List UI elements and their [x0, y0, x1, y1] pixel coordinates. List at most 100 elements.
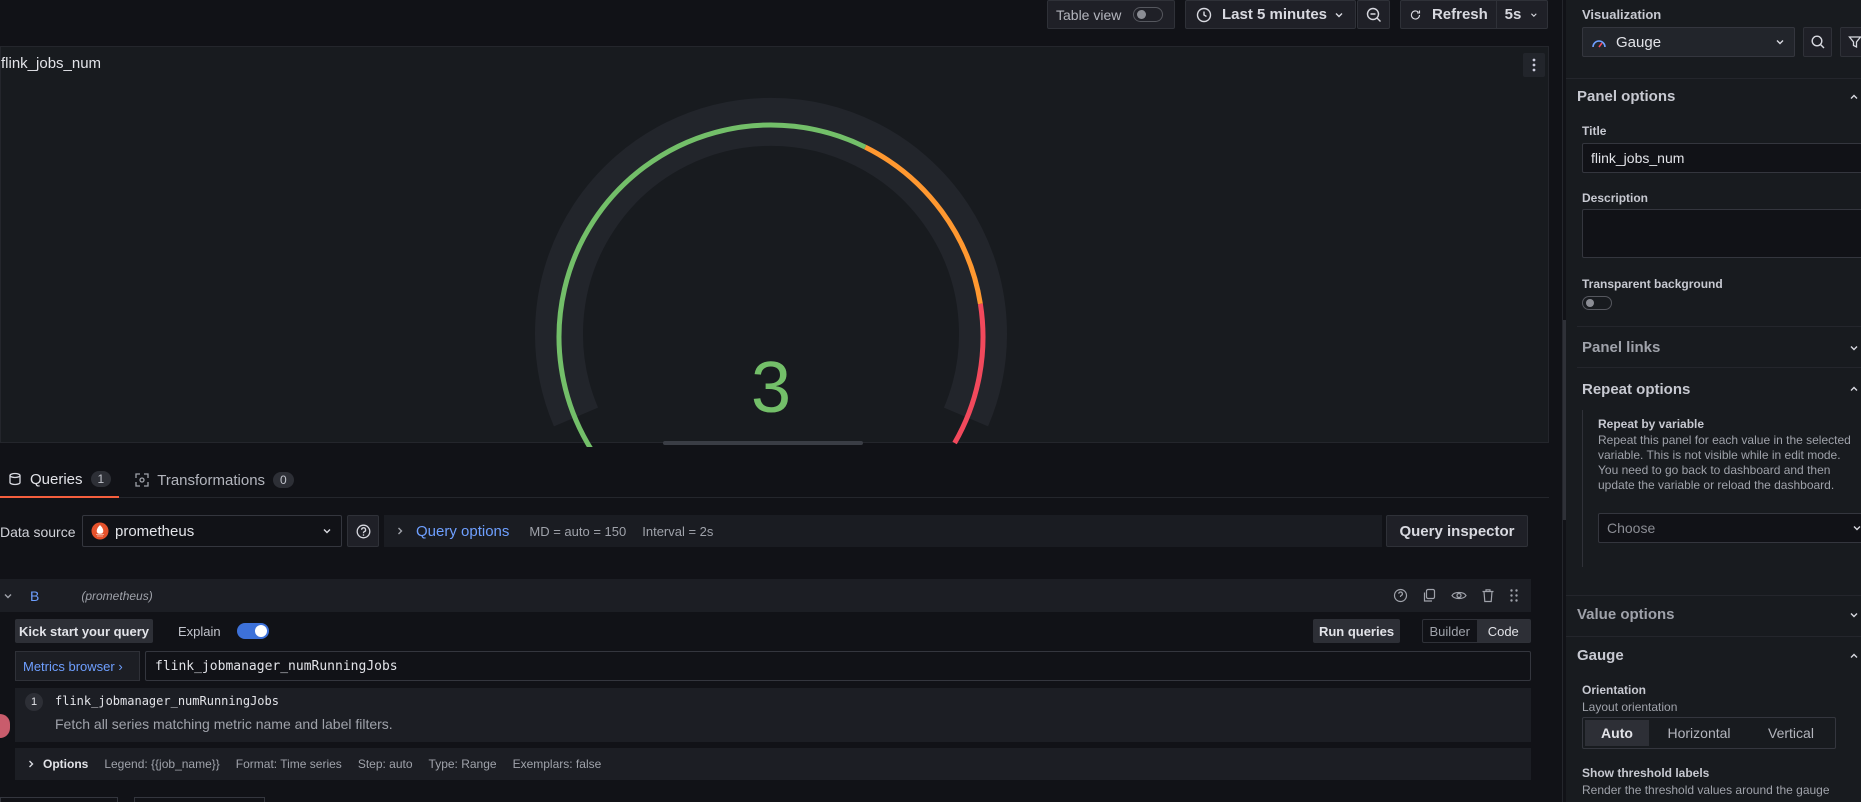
query-options-row[interactable]: Options Legend: {{job_name}} Format: Tim… [15, 748, 1531, 780]
help-icon [356, 524, 370, 538]
toggle-switch[interactable] [1133, 7, 1164, 22]
table-view-label: Table view [1056, 6, 1122, 23]
refresh-icon [1410, 9, 1421, 20]
tab-transformations[interactable]: Transformations 0 [119, 462, 310, 498]
refresh-interval[interactable]: 5s [1505, 6, 1522, 23]
tab-queries-label: Queries [30, 470, 83, 488]
visualization-label: Visualization [1582, 7, 1662, 22]
title-field-label: Title [1582, 124, 1607, 138]
add-query-button[interactable] [0, 797, 118, 802]
run-queries-label: Run queries [1318, 623, 1395, 639]
chevron-up-icon[interactable] [1848, 650, 1860, 662]
options-pane: Visualization Gauge Panel options Title … [1566, 0, 1861, 802]
orientation-label: Orientation [1582, 683, 1647, 697]
drag-handle-icon[interactable] [1509, 588, 1519, 603]
repeat-by-variable-label: Repeat by variable [1598, 417, 1705, 431]
datasource-label: Data source [0, 524, 76, 540]
type-text: Type: Range [428, 757, 497, 771]
datasource-picker[interactable]: prometheus [82, 515, 342, 547]
query-options-bar[interactable]: Query options MD = auto = 150 Interval =… [384, 515, 1382, 547]
filter-icon [1847, 36, 1861, 49]
query-row-header[interactable]: B (prometheus) [0, 579, 1531, 612]
description-label: Description [1582, 191, 1649, 205]
transparent-background-label: Transparent background [1582, 277, 1723, 291]
search-options-button[interactable] [1803, 27, 1832, 57]
table-view-toggle[interactable]: Table view [1047, 0, 1175, 29]
chevron-right-icon [29, 760, 34, 768]
exemplars-text: Exemplars: false [512, 757, 602, 771]
format-text: Format: Time series [235, 757, 342, 771]
tab-queries[interactable]: Queries 1 [0, 462, 120, 498]
duplicate-icon[interactable] [1422, 588, 1437, 603]
chevron-down-icon [1335, 12, 1343, 17]
autocomplete-suggestion[interactable]: 1 flink_jobmanager_numRunningJobs Fetch … [15, 688, 1531, 742]
zoom-out-button[interactable] [1357, 0, 1390, 29]
explain-toggle[interactable] [236, 623, 269, 639]
orientation-auto[interactable]: Auto [1585, 720, 1649, 746]
tab-transformations-label: Transformations [157, 471, 266, 489]
query-code-editor[interactable]: flink_jobmanager_numRunningJobs [145, 651, 1531, 681]
suggestion-index: 1 [25, 693, 43, 711]
refresh-button[interactable]: Refresh [1432, 6, 1488, 23]
description-textarea[interactable] [1582, 209, 1861, 258]
eye-icon[interactable] [1451, 588, 1467, 603]
orientation-radio-group[interactable]: Auto Horizontal Vertical [1582, 717, 1836, 749]
max-data-points: MD = auto = 150 [529, 523, 627, 539]
panel-options-header[interactable]: Panel options [1577, 88, 1675, 105]
trash-icon[interactable] [1481, 588, 1495, 603]
orientation-vertical[interactable]: Vertical [1749, 720, 1833, 746]
title-input[interactable]: flink_jobs_num [1582, 143, 1861, 173]
panel-menu-button[interactable] [1523, 53, 1545, 77]
panel-links-header[interactable]: Panel links [1582, 339, 1660, 356]
add-expression-button[interactable] [134, 797, 265, 802]
search-icon [1810, 35, 1824, 49]
chevron-down-icon[interactable] [1848, 342, 1860, 354]
value-options-header[interactable]: Value options [1577, 606, 1675, 623]
chevron-down-icon[interactable] [2, 590, 14, 602]
query-ref-id[interactable]: B [30, 588, 39, 604]
run-queries-button[interactable]: Run queries [1313, 619, 1400, 643]
threshold-labels-help: Render the threshold values around the g… [1582, 783, 1830, 797]
more-vertical-icon [1532, 58, 1536, 72]
datasource-value: prometheus [115, 522, 195, 540]
chevron-down-icon [1531, 12, 1537, 17]
query-expression[interactable]: flink_jobmanager_numRunningJobs [155, 659, 398, 674]
query-datasource-hint: (prometheus) [81, 588, 153, 603]
metrics-browser-button[interactable]: Metrics browser › [15, 651, 140, 681]
editor-mode-toggle[interactable]: Builder Code [1422, 619, 1531, 643]
gauge: 3 [535, 97, 1007, 447]
orientation-help: Layout orientation [1582, 700, 1678, 714]
panel-preview: flink_jobs_num 3 [0, 46, 1549, 447]
panel-resize-handle[interactable] [663, 441, 863, 445]
filter-options-button[interactable] [1840, 27, 1861, 57]
gauge-section-header[interactable]: Gauge [1577, 647, 1624, 664]
metrics-browser-label: Metrics browser › [23, 658, 123, 674]
zoom-out-icon [1366, 7, 1381, 22]
database-icon [9, 472, 21, 486]
refresh-picker[interactable]: Refresh 5s [1400, 0, 1548, 29]
orientation-horizontal[interactable]: Horizontal [1649, 720, 1749, 746]
options-label[interactable]: Options [43, 757, 88, 771]
repeat-choose-placeholder: Choose [1607, 520, 1656, 536]
step-text: Step: auto [357, 757, 413, 771]
visualization-picker[interactable]: Gauge [1582, 27, 1795, 57]
query-inspector-button[interactable]: Query inspector [1386, 515, 1528, 547]
help-icon[interactable] [1393, 588, 1408, 603]
query-inspector-label: Query inspector [1399, 522, 1515, 540]
code-mode-button[interactable]: Code [1476, 620, 1530, 642]
transparent-background-toggle[interactable] [1582, 296, 1612, 310]
repeat-options-header[interactable]: Repeat options [1582, 381, 1690, 398]
chevron-up-icon[interactable] [1848, 91, 1860, 103]
time-range-picker[interactable]: Last 5 minutes [1185, 0, 1356, 29]
datasource-help-button[interactable] [347, 515, 379, 547]
chevron-down-icon[interactable] [1848, 609, 1860, 621]
kick-start-label: Kick start your query [18, 623, 150, 639]
query-options-label[interactable]: Query options [416, 523, 509, 540]
visualization-value: Gauge [1616, 33, 1662, 51]
suggestion-help: Fetch all series matching metric name an… [55, 716, 393, 732]
kick-start-button[interactable]: Kick start your query [15, 619, 153, 643]
repeat-variable-select[interactable]: Choose [1598, 513, 1861, 543]
builder-mode-button[interactable]: Builder [1423, 620, 1477, 642]
chevron-up-icon[interactable] [1848, 383, 1860, 395]
gauge-value: 3 [751, 348, 791, 428]
